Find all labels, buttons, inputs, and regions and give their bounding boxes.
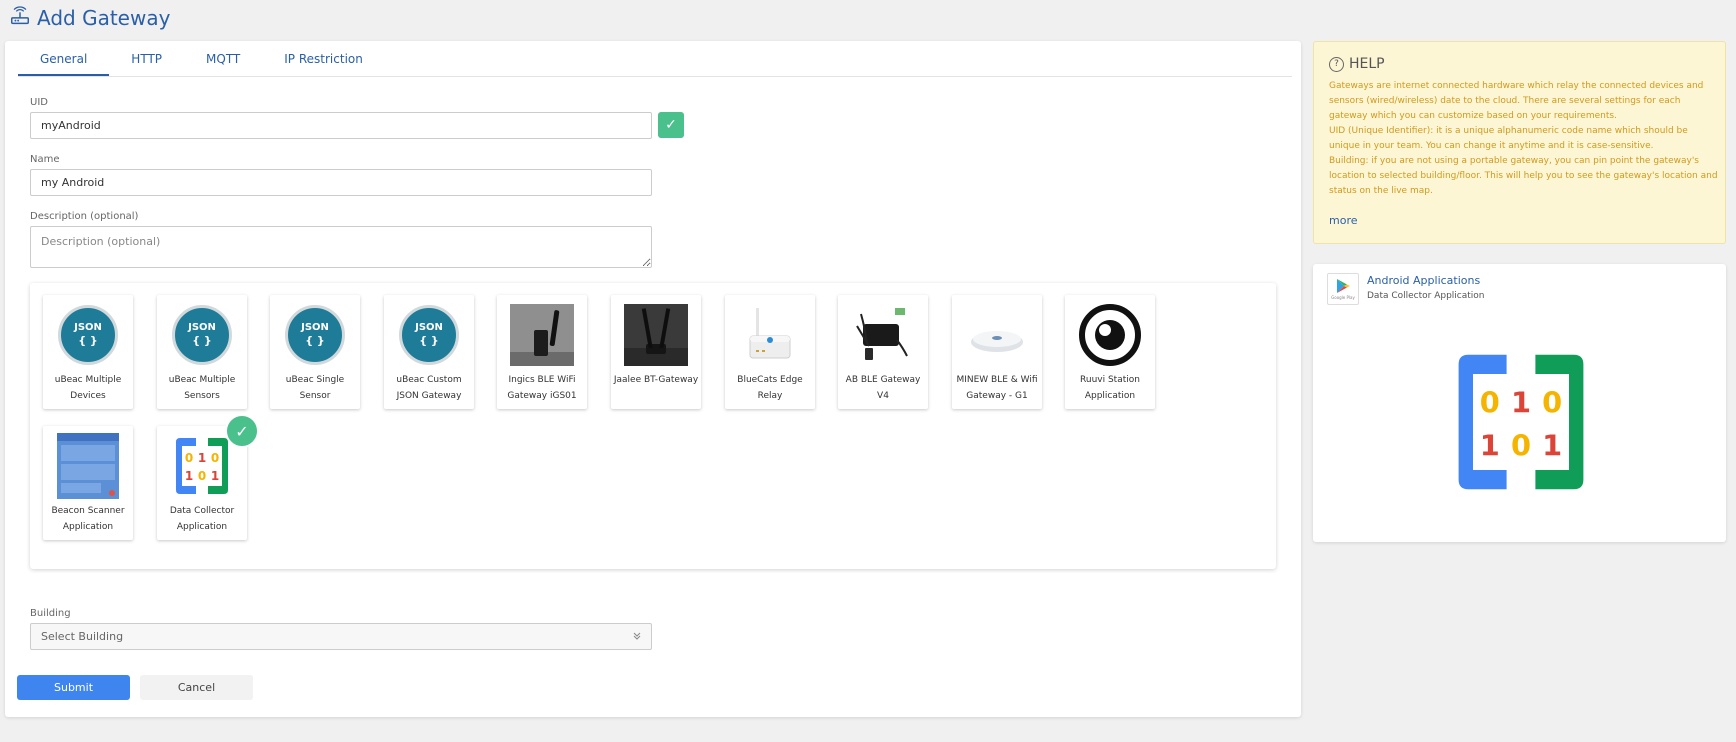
gateway-type-label: AB BLE Gateway V4 — [845, 375, 921, 401]
gateway-type-tile[interactable]: JSON{ } uBeac Multiple Sensors — [157, 295, 247, 409]
gateway-type-label: Beacon Scanner Application — [51, 506, 125, 532]
gateway-type-label: uBeac Single Sensor — [285, 375, 345, 401]
name-input[interactable] — [30, 169, 652, 196]
svg-text:1: 1 — [211, 469, 219, 483]
gateway-form-card: General HTTP MQTT IP Restriction UID ✓ N… — [5, 41, 1301, 717]
gateway-type-panel: JSON{ } uBeac Multiple Devices JSON{ } u… — [30, 283, 1276, 569]
google-play-icon[interactable]: Google Play — [1327, 273, 1359, 305]
chevron-down-icon — [633, 630, 641, 643]
description-textarea[interactable] — [30, 226, 652, 268]
gateway-type-tile[interactable]: JSON{ } uBeac Multiple Devices — [43, 295, 133, 409]
gateway-type-label: Ruuvi Station Application — [1080, 375, 1140, 401]
help-title: ? HELP — [1329, 56, 1385, 72]
gateway-type-label: Data Collector Application — [169, 506, 235, 532]
svg-text:0: 0 — [1511, 429, 1531, 463]
gateway-type-tile[interactable]: JSON{ } uBeac Custom JSON Gateway — [384, 295, 474, 409]
gateway-type-tile[interactable]: JSON{ } uBeac Single Sensor — [270, 295, 360, 409]
gateway-type-tile[interactable]: AB BLE Gateway V4 — [838, 295, 928, 409]
gateway-type-label: Jaalee BT-Gateway — [613, 375, 699, 385]
json-icon: JSON{ } — [169, 302, 235, 368]
svg-text:1: 1 — [1511, 385, 1531, 419]
app-title[interactable]: Android Applications — [1367, 274, 1480, 287]
beacon-scanner-screenshot — [55, 433, 121, 499]
gateway-type-label: uBeac Multiple Devices — [54, 375, 122, 401]
svg-text:0: 0 — [1542, 385, 1562, 419]
ingics-gateway-photo — [509, 302, 575, 368]
ab-gateway-photo — [850, 302, 916, 368]
help-paragraph: UID (Unique Identifier): it is a unique … — [1329, 126, 1688, 151]
svg-text:0: 0 — [1480, 385, 1500, 419]
gateway-type-tile[interactable]: Ingics BLE WiFi Gateway iGS01 — [497, 295, 587, 409]
bluecats-relay-photo — [737, 302, 803, 368]
svg-text:0: 0 — [185, 451, 193, 465]
uid-valid-check-icon[interactable]: ✓ — [658, 112, 684, 138]
ruuvi-logo — [1077, 302, 1143, 368]
google-play-text: Google Play — [1331, 295, 1355, 300]
building-select-value: Select Building — [41, 630, 124, 643]
help-paragraph: Gateways are internet connected hardware… — [1329, 81, 1704, 121]
help-text: Gateways are internet connected hardware… — [1329, 79, 1719, 199]
svg-text:1: 1 — [1542, 429, 1562, 463]
data-collector-large-logo: 0 1 0 1 0 1 — [1458, 354, 1584, 490]
gateway-type-label: uBeac Multiple Sensors — [168, 375, 236, 401]
uid-label: UID — [30, 97, 48, 108]
gateway-type-label: uBeac Custom JSON Gateway — [396, 375, 462, 401]
submit-button[interactable]: Submit — [17, 675, 130, 700]
help-more-link[interactable]: more — [1329, 214, 1358, 227]
gateway-type-tile[interactable]: Beacon Scanner Application — [43, 426, 133, 540]
name-label: Name — [30, 154, 60, 165]
description-label: Description (optional) — [30, 211, 139, 222]
json-icon: JSON{ } — [282, 302, 348, 368]
tab-bar: General HTTP MQTT IP Restriction — [18, 41, 1292, 77]
data-collector-logo: 0 1 0 1 0 1 — [169, 433, 235, 499]
android-app-card: Google Play Android Applications Data Co… — [1313, 264, 1726, 542]
question-icon: ? — [1329, 56, 1344, 72]
gateway-type-tile[interactable]: MINEW BLE & Wifi Gateway - G1 — [952, 295, 1042, 409]
help-title-text: HELP — [1349, 56, 1385, 72]
uid-input[interactable] — [30, 112, 652, 139]
building-label: Building — [30, 608, 71, 619]
selected-check-icon: ✓ — [225, 414, 259, 448]
cancel-button[interactable]: Cancel — [140, 675, 253, 700]
gateway-type-label: BlueCats Edge Relay — [737, 375, 803, 401]
gateway-type-label: MINEW BLE & Wifi Gateway - G1 — [956, 375, 1038, 401]
svg-text:0: 0 — [211, 451, 219, 465]
help-panel: ? HELP Gateways are internet connected h… — [1313, 41, 1726, 244]
gateway-type-tile[interactable]: Ruuvi Station Application — [1065, 295, 1155, 409]
page-title: Add Gateway — [9, 4, 170, 32]
json-icon: JSON{ } — [55, 302, 121, 368]
gateway-icon — [9, 5, 31, 32]
gateway-type-tile[interactable]: Jaalee BT-Gateway — [611, 295, 701, 409]
svg-text:1: 1 — [185, 469, 193, 483]
app-subtitle: Data Collector Application — [1367, 291, 1485, 301]
help-paragraph: Building: if you are not using a portabl… — [1329, 156, 1718, 196]
page-title-text: Add Gateway — [37, 6, 171, 30]
tab-ip-restriction[interactable]: IP Restriction — [262, 41, 385, 76]
svg-text:0: 0 — [198, 469, 206, 483]
gateway-type-tile[interactable]: 0 1 0 1 0 1 Data Collector Application ✓ — [157, 414, 259, 540]
gateway-type-label: Ingics BLE WiFi Gateway iGS01 — [507, 375, 577, 401]
svg-text:1: 1 — [198, 451, 206, 465]
jaalee-gateway-photo — [623, 302, 689, 368]
tab-mqtt[interactable]: MQTT — [184, 41, 262, 76]
tab-http[interactable]: HTTP — [109, 41, 184, 76]
minew-gateway-photo — [964, 302, 1030, 368]
tab-general[interactable]: General — [18, 41, 110, 76]
json-icon: JSON{ } — [396, 302, 462, 368]
svg-text:1: 1 — [1480, 429, 1500, 463]
building-select[interactable]: Select Building — [30, 623, 652, 650]
gateway-type-tile[interactable]: BlueCats Edge Relay — [725, 295, 815, 409]
